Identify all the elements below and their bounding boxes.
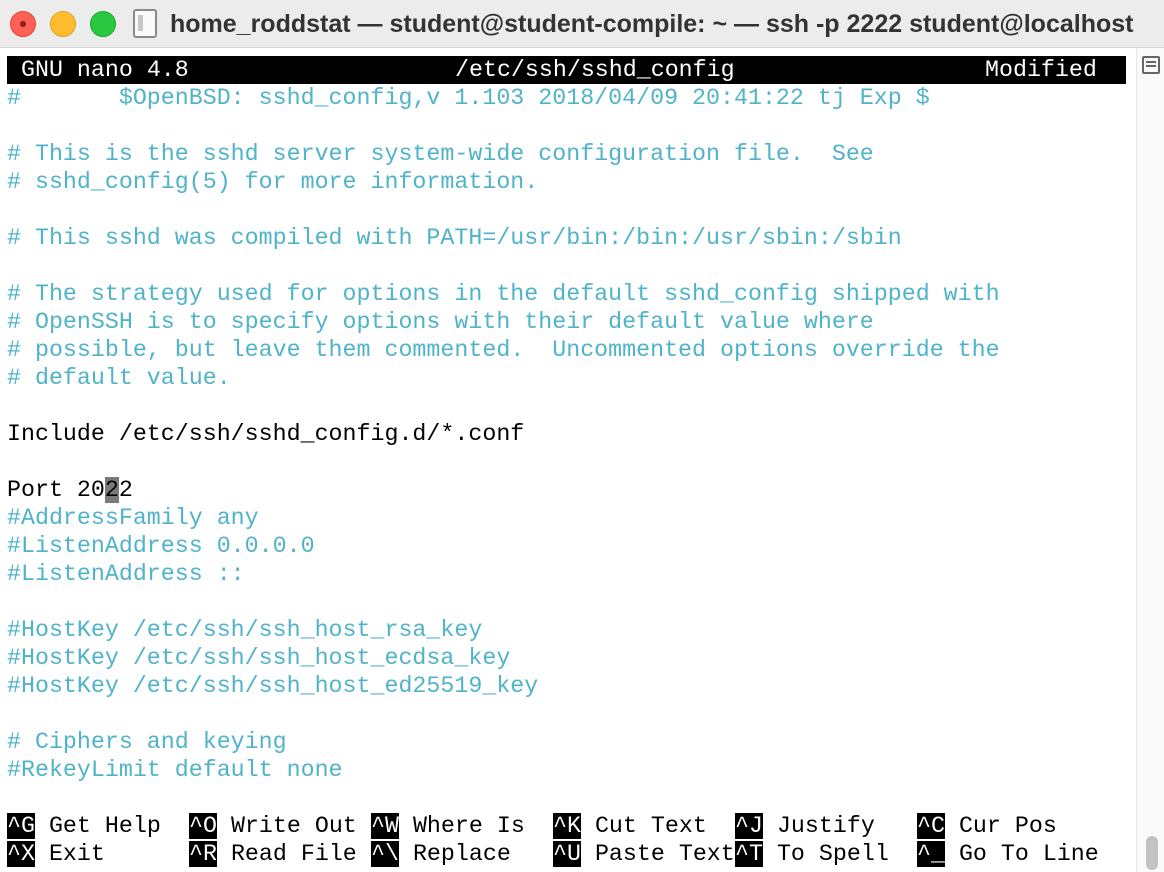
shortcut-label: Exit (48, 841, 105, 867)
shortcut-label: Cut Text (594, 813, 707, 839)
code-line[interactable]: # This sshd was compiled with PATH=/usr/… (7, 224, 902, 252)
shortcut-row: ^X Exit ^R Read File ^\ Replace ^U Paste Te… (7, 840, 1126, 868)
shortcut-label: Get Help (48, 813, 161, 839)
shortcut-label: Read File (230, 841, 357, 867)
shortcut-label: Justify (776, 813, 875, 839)
shortcut-key: ^W (371, 813, 399, 839)
code-line[interactable]: #HostKey /etc/ssh/ssh_host_ecdsa_key (7, 644, 510, 672)
shortcut-label: Paste Text (594, 841, 735, 867)
code-line[interactable]: #HostKey /etc/ssh/ssh_host_rsa_key (7, 616, 482, 644)
terminal-area[interactable]: GNU nano 4.8 /etc/ssh/sshd_config Modifi… (0, 48, 1136, 872)
code-line[interactable]: #ListenAddress 0.0.0.0 (7, 532, 315, 560)
code-line[interactable]: # This is the sshd server system-wide co… (7, 140, 874, 168)
close-icon[interactable] (10, 11, 36, 37)
code-line[interactable]: # default value. (7, 364, 231, 392)
modified-status: Modified (985, 57, 1097, 83)
shortcut-replace[interactable]: ^\ Replace (371, 840, 511, 868)
shortcut-key: ^G (7, 813, 35, 839)
shortcut-key: ^J (735, 813, 763, 839)
shortcut-key: ^K (553, 813, 581, 839)
code-line[interactable]: # possible, but leave them commented. Un… (7, 336, 1000, 364)
nano-title-bar: GNU nano 4.8 /etc/ssh/sshd_config Modifi… (7, 56, 1126, 84)
shortcut-read-file[interactable]: ^R Read File (189, 840, 357, 868)
shortcut-label: To Spell (776, 841, 889, 867)
shortcut-key: ^C (917, 813, 945, 839)
shortcut-key: ^U (553, 841, 581, 867)
line-text: Port 20 (7, 477, 105, 503)
code-line[interactable]: #ListenAddress :: (7, 560, 245, 588)
window-title: home_roddstat — student@student-compile:… (170, 10, 1134, 38)
shortcut-paste-text[interactable]: ^U Paste Text (553, 840, 735, 868)
code-line[interactable]: # The strategy used for options in the d… (7, 280, 1000, 308)
shortcut-key: ^R (189, 841, 217, 867)
shortcut-key: ^X (7, 841, 35, 867)
shortcut-row: ^G Get Help ^O Write Out ^W Where Is ^K Cut… (7, 812, 1126, 840)
code-line[interactable]: # $OpenBSD: sshd_config,v 1.103 2018/04/… (7, 84, 930, 112)
shortcut-label: Where Is (412, 813, 525, 839)
code-line[interactable]: # sshd_config(5) for more information. (7, 168, 538, 196)
code-line[interactable]: # Ciphers and keying (7, 728, 287, 756)
shortcut-to-spell[interactable]: ^T To Spell (735, 840, 889, 868)
code-line[interactable]: Include /etc/ssh/sshd_config.d/*.conf (7, 420, 524, 448)
minimize-icon[interactable] (50, 11, 76, 37)
shortcut-cut-text[interactable]: ^K Cut Text (553, 812, 707, 840)
document-icon (133, 9, 157, 38)
code-line[interactable]: #AddressFamily any (7, 504, 259, 532)
shortcut-label: Cur Pos (958, 813, 1057, 839)
shortcut-write-out[interactable]: ^O Write Out (189, 812, 357, 840)
shortcut-label: Replace (412, 841, 511, 867)
split-view-icon[interactable] (1142, 56, 1160, 74)
shortcut-go-to-line[interactable]: ^_ Go To Line (917, 840, 1099, 868)
maximize-icon[interactable] (90, 11, 116, 37)
scrollbar-thumb[interactable] (1146, 836, 1158, 870)
shortcut-where-is[interactable]: ^W Where Is (371, 812, 525, 840)
code-line[interactable]: #HostKey /etc/ssh/ssh_host_ed25519_key (7, 672, 538, 700)
code-line[interactable]: Port 2022 (7, 476, 133, 504)
file-name: /etc/ssh/sshd_config (455, 57, 735, 83)
shortcut-cur-pos[interactable]: ^C Cur Pos (917, 812, 1057, 840)
shortcut-label: Go To Line (958, 841, 1099, 867)
code-line[interactable]: # OpenSSH is to specify options with the… (7, 308, 874, 336)
code-line[interactable]: #RekeyLimit default none (7, 756, 343, 784)
shortcut-key: ^T (735, 841, 763, 867)
shortcut-key: ^O (189, 813, 217, 839)
shortcut-label: Write Out (230, 813, 357, 839)
shortcut-exit[interactable]: ^X Exit (7, 840, 105, 868)
nano-version: GNU nano 4.8 (21, 57, 189, 83)
text-cursor: 2 (104, 477, 119, 503)
shortcut-justify[interactable]: ^J Justify (735, 812, 875, 840)
shortcut-get-help[interactable]: ^G Get Help (7, 812, 161, 840)
window-titlebar: home_roddstat — student@student-compile:… (0, 0, 1164, 48)
shortcut-key: ^\ (371, 841, 399, 867)
shortcut-key: ^_ (917, 841, 945, 867)
vertical-scrollbar[interactable] (1136, 48, 1164, 872)
line-text: 2 (118, 477, 133, 503)
